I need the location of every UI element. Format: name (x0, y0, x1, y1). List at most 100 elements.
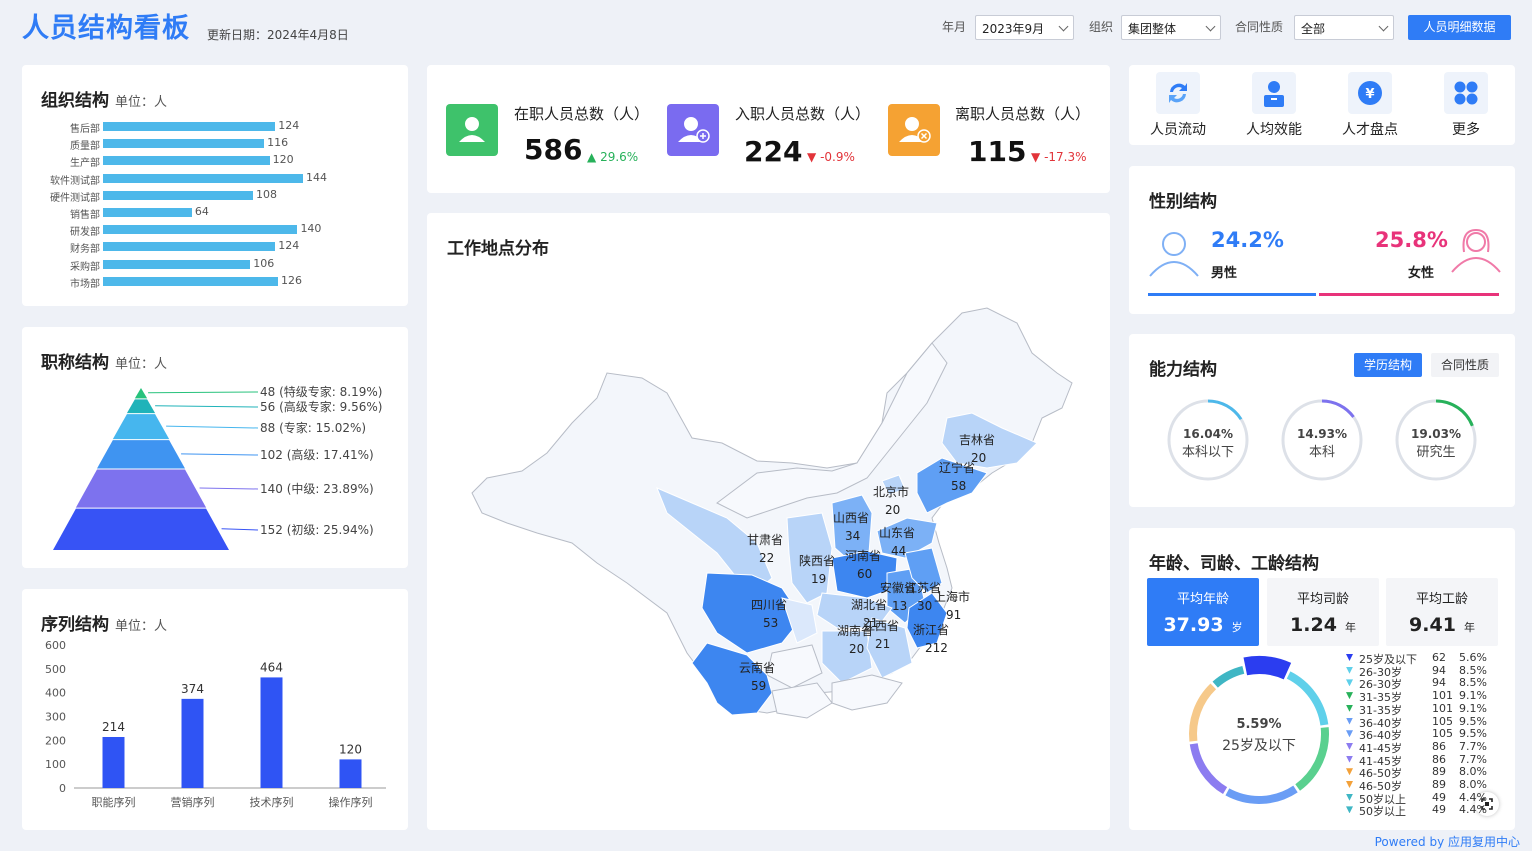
org-select[interactable]: 集团整体 (1121, 15, 1221, 40)
down-triangle-icon: ▼ (807, 150, 817, 164)
province-value: 22 (759, 551, 775, 565)
org-bar (103, 259, 251, 269)
org-bar-label: 硬件测试部 (50, 192, 100, 204)
kpi-employed-label: 在职人员总数（人） (514, 105, 650, 123)
y-tick-label: 600 (45, 639, 66, 652)
female-avatar-icon (1451, 228, 1501, 273)
sequence-bar-value: 464 (260, 660, 283, 674)
ability-ring-percent: 16.04% (1183, 427, 1233, 441)
org-bar (103, 139, 265, 149)
male-bar (1148, 293, 1316, 296)
pyramid-leader-line (148, 391, 259, 394)
org-bar-label: 软件测试部 (50, 175, 100, 187)
age-donut-slice (1212, 666, 1245, 688)
sequence-category-label: 操作序列 (329, 795, 373, 809)
province-value: 19 (811, 572, 827, 586)
quick-link-label[interactable]: 人均效能 (1234, 119, 1314, 139)
province-value: 212 (925, 641, 948, 655)
male-avatar-icon (1149, 232, 1199, 277)
yen-icon[interactable]: ¥ (1348, 72, 1392, 114)
province-value: 53 (763, 616, 779, 630)
kpi-onboard-label: 入职人员总数（人） (735, 105, 871, 123)
org-bar-value: 106 (253, 256, 275, 270)
pyramid-layer (53, 508, 229, 550)
kpi-offboard-label: 离职人员总数（人） (955, 105, 1091, 123)
org-unit: 单位：人 (115, 95, 168, 110)
grid-icon[interactable] (1444, 72, 1488, 114)
pyramid-chart: 48 (特级专家: 8.19%)56 (高级专家: 9.56%) 88 (专家: … (53, 384, 382, 550)
pyramid-leader-line (199, 487, 259, 490)
ability-ring-percent: 14.93% (1297, 427, 1347, 441)
kpi-onboard-delta-value: -0.9% (820, 150, 855, 164)
province-value: 91 (946, 608, 962, 622)
ability-card: 能力结构 学历结构 合同性质 16.04% 本科以下 14.93% 本科 19.03% 研… (1129, 334, 1515, 507)
sequence-bar-value: 214 (102, 720, 125, 734)
province-name: 陕西省 (799, 554, 836, 568)
sequence-bar (339, 759, 362, 788)
org-bar-label: 生产部 (70, 158, 100, 170)
kpi-employed-value: 586 (524, 133, 583, 166)
down-triangle-icon: ▼ (1031, 150, 1041, 164)
ability-ring-percent: 19.03% (1411, 427, 1461, 441)
age-donut-slice (1225, 785, 1298, 804)
province-value: 58 (951, 479, 967, 493)
kpi-onboard-delta: ▼ -0.9% (807, 150, 855, 164)
org-bar-value: 64 (194, 205, 209, 218)
pyramid-leader-line (181, 453, 259, 456)
province-name: 吉林省 (959, 433, 996, 447)
month-select[interactable]: 2023年9月 (975, 15, 1074, 40)
title-level-card: 职称结构 单位：人 48 (特级专家: 8.19%) 56 (高级专家: 9.56%… (22, 327, 408, 568)
pyramid-leader-line (155, 405, 259, 408)
org-bar-value: 108 (256, 187, 277, 201)
gender-card: 性别结构 24.2% 男性 25.8% 女性 (1129, 166, 1515, 314)
powered-by: Powered by 应用复用中心 (1374, 835, 1520, 849)
pyramid-layer (134, 388, 148, 399)
employee-icon (446, 104, 498, 156)
sequence-bar (181, 698, 204, 788)
province-name: 北京市 (873, 485, 910, 499)
ability-rings: 16.04% 本科以下 14.93% 本科 19.03% 研究生 (1167, 399, 1477, 481)
contract-select[interactable]: 全部 (1294, 15, 1394, 40)
sequence-category-label: 技术序列 (250, 795, 294, 809)
pyramid-label: 88 (专家: 15.02%) (260, 420, 366, 435)
age-donut-slice (1189, 683, 1217, 742)
detail-data-button[interactable]: 人员明细数据 (1408, 15, 1511, 40)
org-bar-value: 126 (281, 273, 302, 287)
china-map (471, 307, 1073, 719)
pyramid-layer (75, 469, 207, 508)
org-bar-label: 研发部 (70, 227, 100, 239)
org-bar-value: 144 (306, 170, 327, 184)
y-tick-label: 200 (45, 734, 66, 747)
male-percent: 24.2% (1211, 228, 1284, 252)
pyramid-leader-line (221, 528, 259, 531)
org-bar-label: 质量部 (70, 141, 100, 153)
map-card: 工作地点分布 吉林省 20 辽宁省 58 北京市 20 山西省 34 山东省 44 甘肃省 22 陕西省… (427, 213, 1110, 830)
user-badge-icon[interactable] (1252, 72, 1296, 114)
chevron-down-icon (1205, 21, 1216, 32)
fullscreen-icon (1481, 798, 1493, 810)
province-name: 辽宁省 (939, 461, 976, 475)
quick-link-label[interactable]: 人才盘点 (1330, 119, 1410, 139)
org-title: 组织结构 单位：人 (41, 86, 167, 111)
pyramid-layer (126, 399, 156, 414)
province-value: 60 (857, 567, 873, 581)
quick-links-card: 人员流动 人均效能 ¥ 人才盘点 更多 (1129, 65, 1515, 145)
quick-link-label[interactable]: 人员流动 (1138, 119, 1218, 139)
province-name: 四川省 (751, 598, 788, 612)
page-title: 人员结构看板 (22, 13, 190, 44)
org-bar-label: 财务部 (70, 244, 100, 256)
fullscreen-button[interactable] (1475, 792, 1499, 816)
female-bar (1319, 293, 1499, 296)
pyramid-layer (97, 440, 185, 469)
province-value: 30 (917, 599, 933, 613)
org-bar (103, 173, 303, 183)
female-label: 女性 (1408, 266, 1435, 281)
org-title-text: 组织结构 (41, 91, 109, 111)
quick-link-label[interactable]: 更多 (1426, 119, 1506, 139)
refresh-icon[interactable] (1156, 72, 1200, 114)
donut-center-label: 25岁及以下 (1222, 738, 1296, 754)
gender-title: 性别结构 (1149, 192, 1217, 212)
sequence-bar-chart: 600 500 400 300 200 100 0 214 职能序列 374 营销序列 464 技术序列… (45, 639, 386, 809)
province-name: 江西省 (863, 619, 900, 633)
org-bar (103, 156, 270, 166)
